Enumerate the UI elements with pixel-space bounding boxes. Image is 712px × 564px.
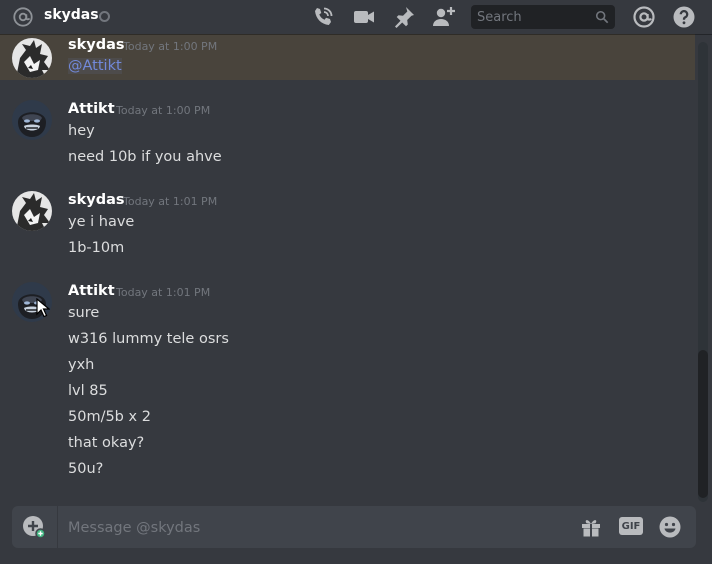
username[interactable]: Attikt	[68, 283, 115, 299]
skydas-avatar-icon	[12, 38, 52, 78]
message-text: hey	[68, 123, 95, 139]
message-text: lvl 85	[68, 383, 108, 399]
at-sign-icon	[13, 7, 33, 27]
offline-status-dot	[99, 11, 110, 22]
channel-name: skydas	[44, 7, 99, 23]
message-text: ye i have	[68, 214, 135, 230]
timestamp: Today at 1:01 PM	[123, 195, 218, 208]
channel-header: skydas	[0, 0, 712, 34]
mouse-cursor-icon	[36, 298, 50, 318]
username[interactable]: Attikt	[68, 101, 115, 117]
search-box[interactable]	[471, 5, 615, 29]
upload-plus-icon[interactable]	[22, 515, 46, 539]
video-call-icon[interactable]	[352, 5, 376, 29]
search-icon[interactable]	[595, 10, 609, 24]
user-mention[interactable]: @Attikt	[68, 58, 122, 74]
message-list[interactable]: skydas Today at 1:00 PM @Attikt Attikt T…	[0, 34, 700, 504]
timestamp: Today at 1:00 PM	[116, 104, 211, 117]
username[interactable]: skydas	[68, 192, 125, 208]
avatar[interactable]	[12, 38, 52, 78]
message-text: w316 lummy tele osrs	[68, 331, 229, 347]
search-input[interactable]	[471, 5, 601, 29]
pin-icon[interactable]	[392, 5, 416, 29]
message-input[interactable]	[66, 506, 570, 550]
message-text: yxh	[68, 357, 95, 373]
help-icon[interactable]	[672, 5, 696, 29]
avatar[interactable]	[12, 191, 52, 231]
timestamp: Today at 1:01 PM	[116, 286, 211, 299]
message-text: @Attikt	[68, 58, 122, 74]
message-text: 50m/5b x 2	[68, 409, 151, 425]
timestamp: Today at 1:00 PM	[123, 40, 218, 53]
message-text: 50u?	[68, 461, 104, 477]
gift-icon[interactable]	[579, 515, 603, 539]
voice-call-icon[interactable]	[311, 5, 335, 29]
gif-button[interactable]: GIF	[619, 517, 643, 535]
mentions-icon[interactable]	[632, 5, 656, 29]
message-text: sure	[68, 305, 100, 321]
skydas-avatar-icon	[12, 191, 52, 231]
message-text: that okay?	[68, 435, 145, 451]
composer-divider	[57, 506, 58, 548]
message-text: need 10b if you ahve	[68, 149, 222, 165]
gorilla-avatar-icon	[12, 100, 52, 140]
message-text: 1b-10m	[68, 240, 125, 256]
scrollbar-thumb[interactable]	[698, 350, 708, 498]
add-friend-icon[interactable]	[432, 5, 456, 29]
avatar[interactable]	[12, 100, 52, 140]
username[interactable]: skydas	[68, 37, 125, 53]
emoji-icon[interactable]	[658, 515, 682, 539]
message-composer: GIF	[12, 506, 696, 550]
